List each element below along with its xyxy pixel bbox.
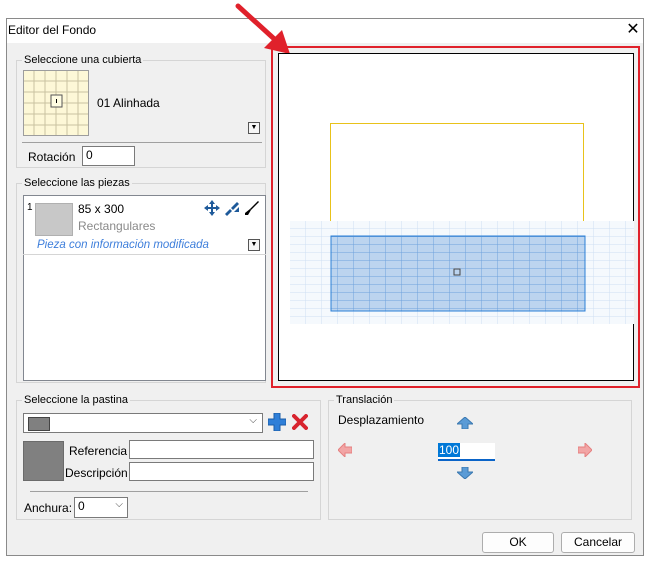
- descripcion-input[interactable]: [129, 462, 314, 481]
- pieza-thumbnail: [35, 203, 73, 236]
- cubierta-name: 01 Alinhada: [97, 96, 160, 110]
- arrow-left-icon[interactable]: [338, 443, 352, 457]
- window-title: Editor del Fondo: [8, 23, 97, 37]
- descripcion-label: Descripción: [65, 466, 128, 480]
- arrow-up-icon[interactable]: [457, 417, 473, 429]
- divider: [22, 142, 262, 143]
- pieza-type: Rectangulares: [78, 219, 156, 233]
- pieza-note: Pieza con información modificada: [37, 239, 209, 251]
- pastina-color-chip: [28, 417, 50, 431]
- anchura-label: Anchura:: [24, 501, 73, 515]
- tile-grid: [290, 221, 634, 324]
- move-piece-icon[interactable]: [204, 200, 220, 216]
- ok-button[interactable]: OK: [482, 532, 554, 553]
- pieza-dropdown-icon[interactable]: ▼: [248, 239, 260, 251]
- anchura-select[interactable]: 0 ⌵: [74, 497, 128, 518]
- title-bar: [7, 19, 643, 43]
- desplazamiento-value: 100: [438, 443, 461, 457]
- transform-piece-icon[interactable]: [224, 200, 240, 216]
- arrow-right-icon[interactable]: [578, 443, 592, 457]
- close-icon[interactable]: ✕: [624, 20, 642, 40]
- referencia-input[interactable]: [129, 440, 314, 459]
- cubierta-thumbnail[interactable]: [23, 70, 89, 136]
- delete-pastina-icon[interactable]: [292, 414, 308, 430]
- cubierta-group-label: Seleccione una cubierta: [22, 54, 144, 66]
- pastina-swatch: [23, 441, 64, 481]
- desplazamiento-input[interactable]: 100: [438, 443, 495, 461]
- pieza-index: 1: [27, 202, 33, 213]
- divider: [30, 491, 308, 492]
- add-pastina-icon[interactable]: [267, 412, 287, 432]
- arrow-down-icon[interactable]: [457, 467, 473, 479]
- piezas-group-label: Seleccione las piezas: [22, 177, 132, 189]
- chevron-down-icon: ⌵: [115, 499, 123, 510]
- anchura-value: 0: [78, 499, 85, 513]
- pastina-group-label: Seleccione la pastina: [22, 394, 130, 406]
- traslacion-group-label: Translación: [334, 394, 395, 406]
- pieza-size: 85 x 300: [78, 202, 125, 216]
- rotacion-label: Rotación: [28, 150, 76, 164]
- cancel-button[interactable]: Cancelar: [561, 532, 635, 553]
- cubierta-dropdown-icon[interactable]: ▼: [248, 122, 260, 134]
- referencia-label: Referencia: [69, 444, 128, 458]
- pastina-select[interactable]: ⌵: [23, 413, 263, 433]
- brush-icon[interactable]: [244, 200, 260, 216]
- desplazamiento-label: Desplazamiento: [338, 413, 425, 427]
- chevron-down-icon: ⌵: [249, 415, 257, 426]
- rotacion-input[interactable]: 0: [82, 146, 135, 166]
